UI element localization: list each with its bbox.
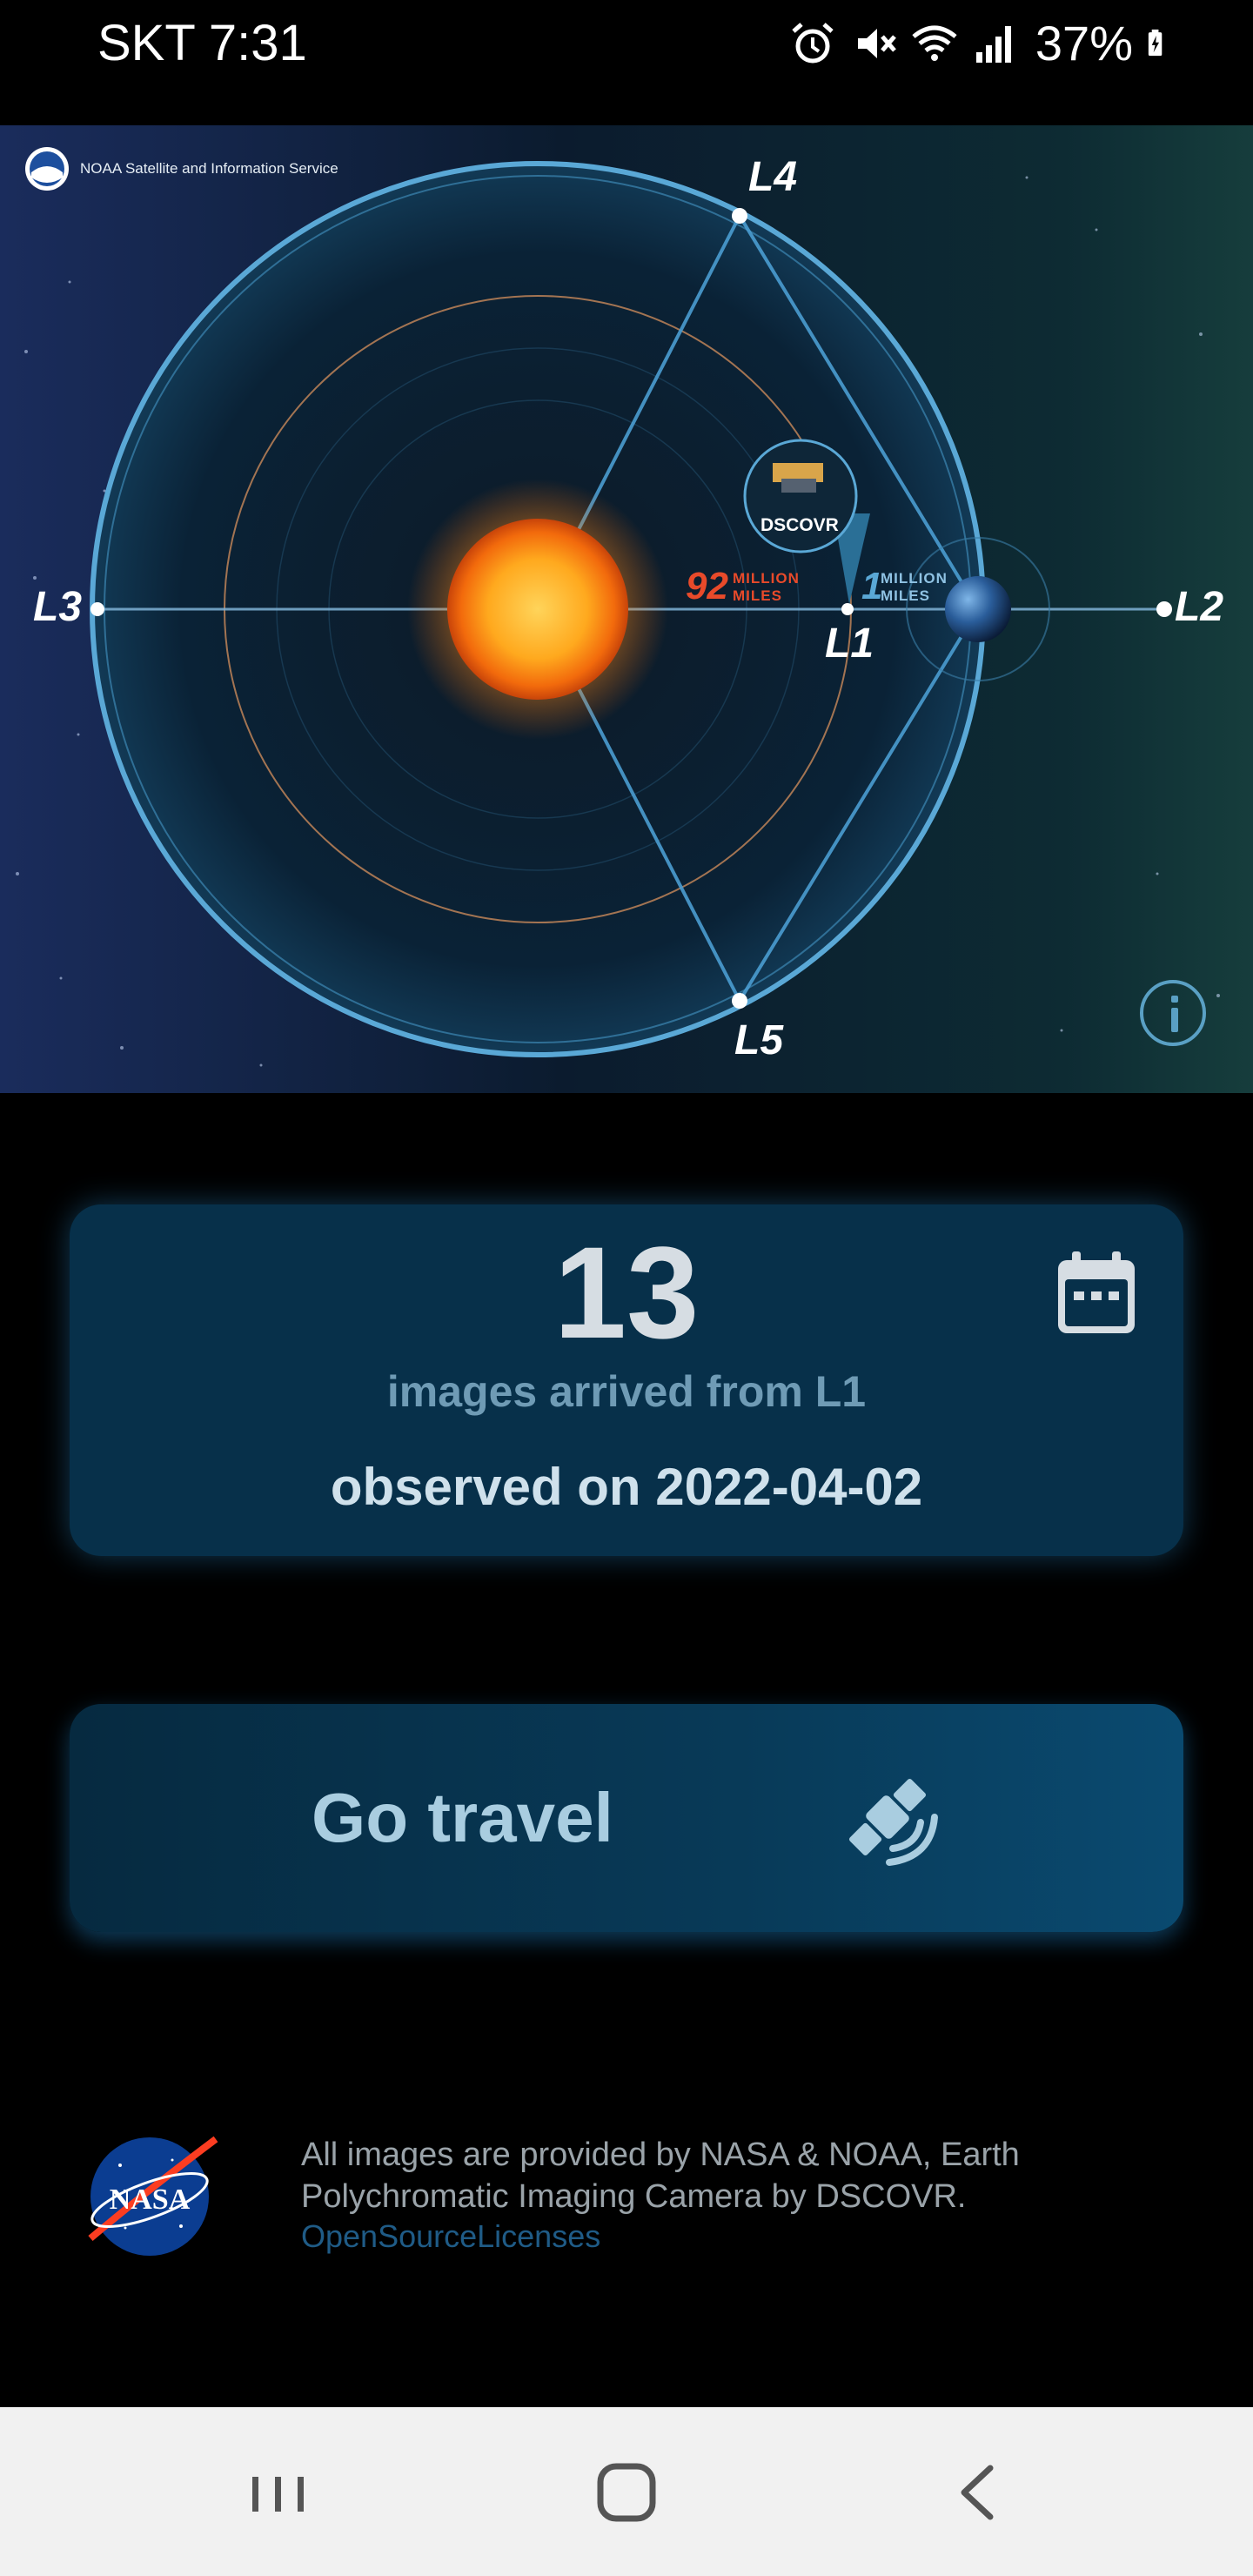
image-count-subtitle: images arrived from L1 xyxy=(386,1367,867,1416)
credits-text: All images are provided by NASA & NOAA, … xyxy=(301,2137,1020,2215)
earth-distance-word2: MILES xyxy=(881,587,930,604)
go-travel-label: Go travel xyxy=(312,1779,613,1856)
image-count: 13 xyxy=(553,1219,700,1365)
mute-icon xyxy=(857,29,896,58)
noaa-caption: NOAA Satellite and Information Service xyxy=(80,160,338,177)
image-count-card: 13 images arrived from L1 observed on 20… xyxy=(70,1204,1183,1556)
lagrange-diagram-art xyxy=(0,125,1253,1093)
dscovr-label: DSCOVR xyxy=(761,515,839,535)
home-icon[interactable] xyxy=(539,2407,714,2576)
open-source-licenses-link[interactable]: OpenSourceLicenses xyxy=(301,2217,600,2256)
l2-label: L2 xyxy=(1175,584,1224,630)
observed-date: observed on 2022-04-02 xyxy=(330,1458,923,1516)
signal-icon xyxy=(975,26,1011,63)
battery-charging-icon xyxy=(1148,29,1163,57)
back-icon[interactable] xyxy=(889,2407,1063,2576)
nasa-logo: NASA xyxy=(88,2136,218,2256)
sun-distance-word2: MILES xyxy=(733,587,782,604)
navigation-bar xyxy=(0,2407,1253,2576)
l1-label: L1 xyxy=(825,621,874,667)
status-bar: SKT 7:31 37% xyxy=(0,0,1253,125)
status-time: SKT 7:31 xyxy=(97,15,307,71)
l5-label: L5 xyxy=(734,1017,784,1063)
sun-distance-number: 92 xyxy=(686,565,728,607)
battery-percent: 37% xyxy=(1035,16,1133,70)
l4-label: L4 xyxy=(748,154,798,200)
l3-label: L3 xyxy=(33,584,83,630)
sun-distance-word1: MILLION xyxy=(733,570,800,587)
earth-distance-number: 1 xyxy=(861,565,883,607)
alarm-icon xyxy=(792,23,834,64)
wifi-icon xyxy=(912,25,957,61)
svg-text:NASA: NASA xyxy=(110,2184,191,2216)
go-travel-button[interactable]: Go travel xyxy=(70,1704,1183,1932)
calendar-icon[interactable] xyxy=(1051,1248,1142,1338)
info-icon[interactable] xyxy=(1140,980,1206,1046)
satellite-icon xyxy=(848,1778,938,1866)
recent-apps-icon[interactable] xyxy=(191,2407,365,2576)
earth-distance-word1: MILLION xyxy=(881,570,948,587)
lagrange-diagram: NOAA Satellite and Information Service L… xyxy=(0,125,1253,1093)
status-icons: 37% xyxy=(788,12,1176,75)
